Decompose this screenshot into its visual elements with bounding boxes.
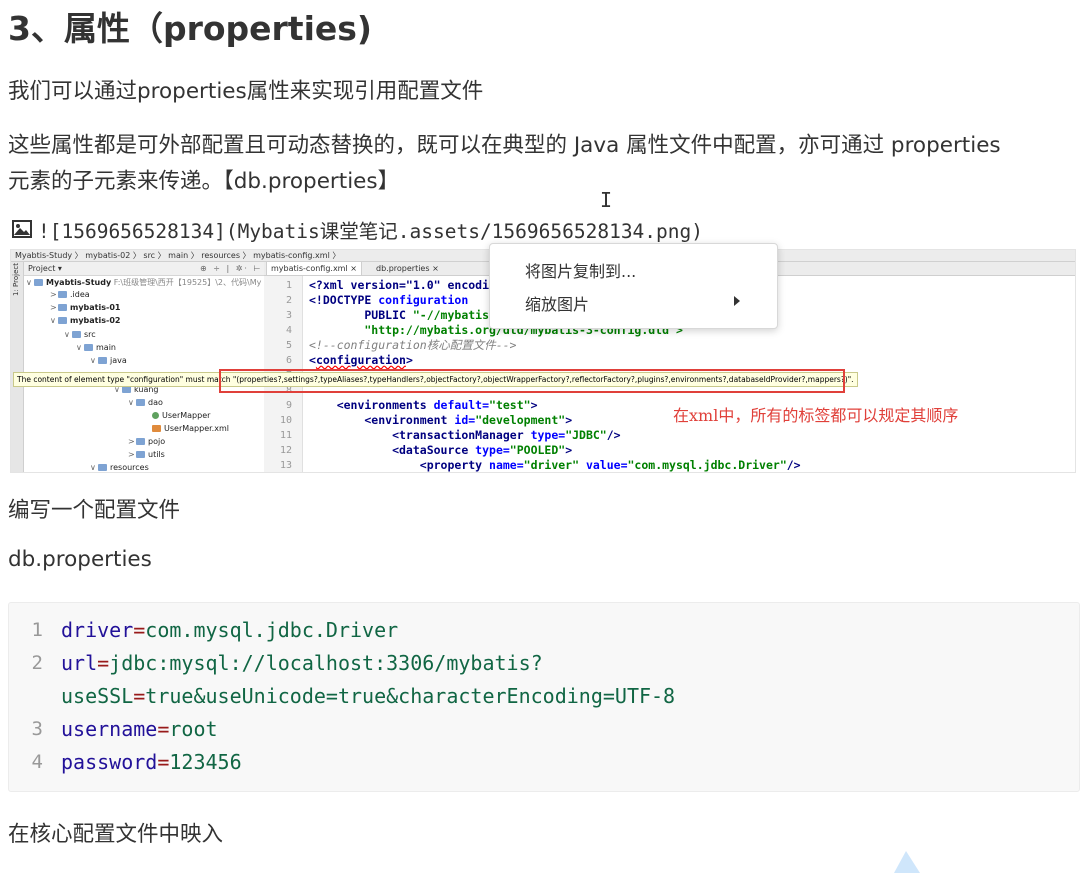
code-block-line: 4 password=123456 <box>9 746 1079 779</box>
code-block-line: useSSL=true&useUnicode=true&characterEnc… <box>9 680 1079 713</box>
code-line-number: 2 <box>31 652 43 674</box>
ide-project-header: Project ▾ ⊕ ÷ | ✲· ⊢ <box>24 262 264 276</box>
line-number: 3 <box>285 310 292 321</box>
code-line: <property name="driver" value="com.mysql… <box>309 458 801 472</box>
tree-node: ∨ Myabtis-Study F:\班级管理\西开【19525】\2、代码\My <box>26 278 262 287</box>
ide-side-strip: 1: Project <box>11 262 24 472</box>
tree-node: > pojo <box>128 437 166 446</box>
ide-project-selector: Project ▾ <box>28 264 62 273</box>
line-number: 10 <box>279 415 292 426</box>
tree-node: ∨ java <box>90 356 127 365</box>
image-markdown-source[interactable]: ![1569656528134](Mybatis课堂笔记.assets/1569… <box>38 215 703 244</box>
highlight-box <box>219 369 845 393</box>
code-block-line: 1 driver=com.mysql.jdbc.Driver <box>9 614 1079 647</box>
line-number: 2 <box>285 295 292 306</box>
section-heading: 3、属性（properties) <box>8 9 372 48</box>
line-number: 13 <box>279 460 292 471</box>
code-line: <?xml version="1.0" encodin <box>309 278 496 292</box>
tree-node: > mybatis-01 <box>50 303 121 312</box>
code-block[interactable]: 1 driver=com.mysql.jdbc.Driver 2 url=jdb… <box>8 602 1080 792</box>
code-line-text: password=123456 <box>61 750 242 774</box>
code-line: <!DOCTYPE configuration <box>309 293 469 307</box>
code-line-number: 4 <box>31 751 43 773</box>
paragraph-desc-line1: 这些属性都是可外部配置且可动态替换的，既可以在典型的 Java 属性文件中配置，… <box>8 133 1001 158</box>
line-number: 1 <box>285 280 292 291</box>
tree-node: > .idea <box>50 290 90 299</box>
paragraph-filename: db.properties <box>8 547 152 572</box>
code-line: <configuration> <box>309 353 413 367</box>
decoration-icon <box>894 851 920 873</box>
code-line: <!--configuration核心配置文件--> <box>309 338 517 352</box>
paragraph-import: 在核心配置文件中映入 <box>8 822 224 847</box>
code-line-text: username=root <box>61 717 218 741</box>
code-line-number: 1 <box>31 619 43 641</box>
code-line-text: driver=com.mysql.jdbc.Driver <box>61 618 399 642</box>
code-line-text: url=jdbc:mysql://localhost:3306/mybatis? <box>61 651 543 675</box>
line-number: 4 <box>285 325 292 336</box>
tree-node: UserMapper <box>152 410 210 422</box>
paragraph-write-config: 编写一个配置文件 <box>8 498 181 523</box>
code-line: <environments default="test"> <box>309 398 538 412</box>
line-number: 9 <box>285 400 292 411</box>
text-cursor-icon: I <box>600 188 613 212</box>
paragraph-desc-line2: 元素的子元素来传递。【db.properties】 <box>8 169 400 194</box>
tree-node: UserMapper.xml <box>152 423 229 435</box>
code-line-number: 3 <box>31 718 43 740</box>
tree-node: ∨ main <box>76 343 116 352</box>
image-context-menu: 将图片复制到... 缩放图片 <box>489 243 778 329</box>
menu-item-zoom-image[interactable]: 缩放图片 <box>525 291 589 315</box>
ide-project-tools-icon: ⊕ ÷ | ✲· ⊢ <box>200 264 263 273</box>
line-number: 6 <box>285 355 292 366</box>
code-line: PUBLIC "-//mybatis. <box>309 308 496 322</box>
line-number: 5 <box>285 340 292 351</box>
tree-node: > utils <box>128 450 165 459</box>
code-block-line: 2 url=jdbc:mysql://localhost:3306/mybati… <box>9 647 1079 680</box>
tree-node: ∨ mybatis-02 <box>50 316 121 325</box>
code-line: <transactionManager type="JDBC"/> <box>309 428 621 442</box>
line-number: 11 <box>279 430 292 441</box>
tree-node: ∨ src <box>64 330 96 339</box>
line-number: 12 <box>279 445 292 456</box>
tree-node: ∨ dao <box>128 398 163 407</box>
code-line-text: useSSL=true&useUnicode=true&characterEnc… <box>61 684 676 708</box>
tree-node: ∨ resources <box>90 463 149 472</box>
submenu-arrow-icon <box>734 296 740 306</box>
code-line: <dataSource type="POOLED"> <box>309 443 573 457</box>
ide-tab-db-properties: db.properties × <box>376 264 439 273</box>
menu-item-copy-image-to[interactable]: 将图片复制到... <box>525 258 636 282</box>
ide-tab-mybatis-config: mybatis-config.xml × <box>266 262 362 275</box>
paragraph-intro: 我们可以通过properties属性来实现引用配置文件 <box>8 79 484 104</box>
image-icon <box>12 220 32 238</box>
code-block-line: 3 username=root <box>9 713 1079 746</box>
ide-side-label: 1: Project <box>12 263 20 296</box>
image-markdown-line[interactable]: ![1569656528134](Mybatis课堂笔记.assets/1569… <box>12 215 703 244</box>
annotation-note: 在xml中，所有的标签都可以规定其顺序 <box>673 406 959 425</box>
code-line: <environment id="development"> <box>309 413 573 427</box>
